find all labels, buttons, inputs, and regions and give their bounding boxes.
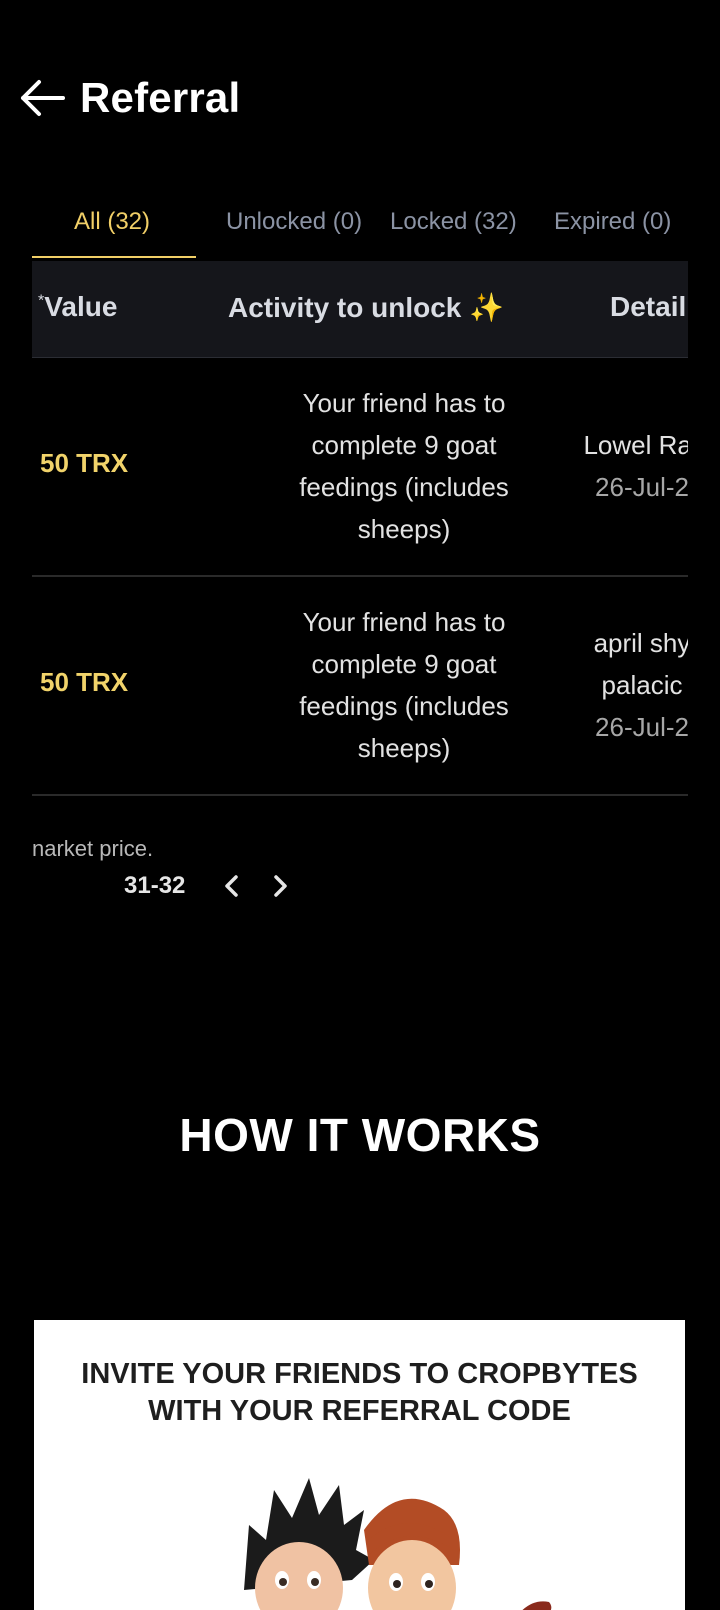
referral-date: 26-Jul-2: [595, 712, 688, 742]
card-heading: INVITE YOUR FRIENDS TO CROPBYTES WITH YO…: [34, 1356, 685, 1430]
chevron-left-icon: [225, 875, 239, 897]
activity-line: Your friend has to: [302, 388, 506, 418]
header-value: *Value: [38, 291, 117, 323]
header-activity-label: Activity to unlock: [228, 292, 462, 323]
back-arrow-icon: [21, 80, 65, 116]
card-heading-line: WITH YOUR REFERRAL CODE: [148, 1395, 571, 1427]
row-details: Lowel Rar 26-Jul-2: [562, 424, 688, 508]
table-header: *Value Activity to unlock ✨ Detail: [32, 261, 688, 358]
tab-locked[interactable]: Locked (32): [390, 208, 517, 236]
tab-expired[interactable]: Expired (0): [554, 208, 671, 236]
referral-table[interactable]: *Value Activity to unlock ✨ Detail 50 TR…: [32, 261, 688, 796]
activity-line: feedings (includes: [299, 691, 509, 721]
friends-illustration: [244, 1478, 552, 1610]
tab-all[interactable]: All (32): [74, 208, 150, 236]
friend-name: palacic: [601, 670, 683, 700]
friend-name: april shy: [593, 628, 688, 658]
tab-unlocked[interactable]: Unlocked (0): [226, 208, 362, 236]
page-title: Referral: [80, 74, 241, 121]
app-header: Referral: [0, 60, 720, 140]
prev-page-button[interactable]: [215, 869, 249, 903]
row-activity: Your friend has to complete 9 goat feedi…: [232, 601, 576, 769]
friend-name: Lowel Rar: [583, 430, 688, 460]
tab-bar: All (32) Unlocked (0) Locked (32) Expire…: [32, 196, 688, 260]
page-range: 31-32: [124, 872, 186, 899]
activity-line: Your friend has to: [302, 607, 506, 637]
activity-line: sheeps): [357, 733, 451, 763]
how-it-works-card: INVITE YOUR FRIENDS TO CROPBYTES WITH YO…: [34, 1320, 685, 1610]
table-row: 50 TRX Your friend has to complete 9 goa…: [32, 358, 688, 577]
back-button[interactable]: [16, 72, 68, 124]
card-heading-line: INVITE YOUR FRIENDS TO CROPBYTES: [81, 1358, 638, 1390]
header-value-label: Value: [44, 291, 118, 322]
chevron-right-icon: [274, 875, 288, 897]
activity-line: complete 9 goat: [311, 430, 497, 460]
activity-line: feedings (includes: [299, 472, 509, 502]
sparkle-icon: ✨: [469, 292, 505, 323]
row-value: 50 TRX: [40, 667, 129, 697]
header-activity: Activity to unlock ✨: [228, 291, 504, 324]
activity-line: sheeps): [357, 514, 451, 544]
activity-line: complete 9 goat: [311, 649, 497, 679]
row-value: 50 TRX: [40, 448, 129, 478]
next-page-button[interactable]: [263, 869, 297, 903]
referral-date: 26-Jul-2: [595, 472, 688, 502]
header-details: Detail: [610, 291, 687, 322]
how-it-works-heading: HOW IT WORKS: [179, 1109, 541, 1161]
row-activity: Your friend has to complete 9 goat feedi…: [232, 382, 576, 550]
market-price-note: narket price.: [32, 836, 154, 861]
table-row: 50 TRX Your friend has to complete 9 goa…: [32, 577, 688, 796]
pagination: 31-32: [124, 866, 311, 906]
row-details: april shy palacic 26-Jul-2: [562, 622, 688, 748]
active-tab-indicator: [32, 256, 196, 258]
